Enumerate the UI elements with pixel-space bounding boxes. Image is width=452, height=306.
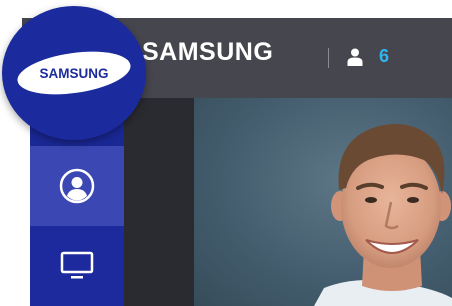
- logo-wordmark: SAMSUNG: [39, 66, 108, 81]
- sidebar-item-display[interactable]: [30, 226, 124, 306]
- sidebar-item-profile[interactable]: [30, 146, 124, 226]
- samsung-logo: SAMSUNG: [17, 51, 131, 95]
- portrait-illustration: [314, 124, 452, 306]
- user-count-badge[interactable]: 6: [379, 47, 389, 65]
- monitor-icon: [60, 251, 94, 279]
- app-window: SAMSUNG 6 SAMSUNG: [0, 0, 452, 306]
- user-icon[interactable]: [347, 48, 363, 66]
- samsung-logo-badge: SAMSUNG: [2, 6, 146, 140]
- header-divider: [328, 48, 329, 68]
- user-photo: [194, 98, 452, 306]
- header-brand-title: SAMSUNG: [142, 38, 274, 66]
- profile-circle-icon: [59, 168, 95, 204]
